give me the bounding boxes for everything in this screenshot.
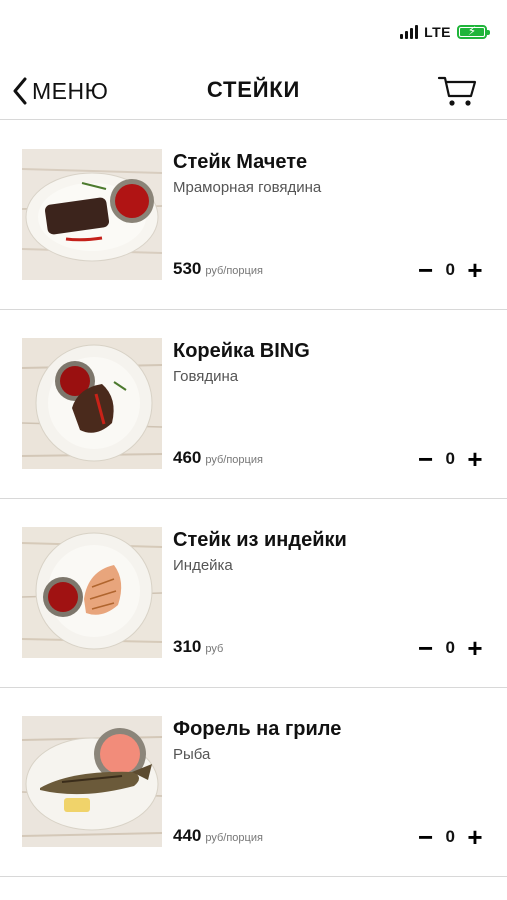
signal-icon xyxy=(400,25,419,39)
price-value: 310 xyxy=(173,637,202,656)
cart-icon xyxy=(437,76,477,106)
dish-photo xyxy=(22,527,162,658)
quantity-stepper: − 0 + xyxy=(416,446,485,472)
plus-button[interactable]: + xyxy=(465,257,485,283)
quantity-stepper: − 0 + xyxy=(416,824,485,850)
plus-button[interactable]: + xyxy=(465,446,485,472)
dish-title: Стейк Мачете xyxy=(173,151,308,173)
list-item[interactable]: Форель на гриле Рыба 440 руб/порция − 0 … xyxy=(0,688,507,877)
status-indicators: LTE ⚡ xyxy=(400,24,490,40)
dish-title: Стейк из индейки xyxy=(173,529,347,551)
status-bar: LTE ⚡ xyxy=(0,0,507,62)
price-unit: руб xyxy=(205,643,224,655)
dish-subtitle: Мраморная говядина xyxy=(173,179,322,196)
nav-bar: МЕНЮ СТЕЙКИ xyxy=(0,62,507,120)
quantity-value: 0 xyxy=(445,827,455,846)
dish-title: Форель на гриле xyxy=(173,718,342,740)
price-value: 530 xyxy=(173,259,202,278)
quantity-value: 0 xyxy=(445,449,455,468)
dish-photo xyxy=(22,716,162,847)
price-unit: руб/порция xyxy=(205,832,263,844)
list-item[interactable]: Корейка BING Говядина 460 руб/порция − 0… xyxy=(0,310,507,499)
quantity-value: 0 xyxy=(445,260,455,279)
cart-button[interactable] xyxy=(437,74,477,108)
price-unit: руб/порция xyxy=(205,454,263,466)
list-item[interactable]: Стейк Мачете Мраморная говядина 530 руб/… xyxy=(0,121,507,310)
dish-photo xyxy=(22,149,162,280)
price: 310 руб xyxy=(173,637,223,657)
price: 530 руб/порция xyxy=(173,259,263,279)
price-value: 440 xyxy=(173,826,202,845)
price: 440 руб/порция xyxy=(173,826,263,846)
menu-list: Стейк Мачете Мраморная говядина 530 руб/… xyxy=(0,121,507,877)
dish-subtitle: Говядина xyxy=(173,368,239,385)
price-unit: руб/порция xyxy=(205,265,263,277)
dish-subtitle: Индейка xyxy=(173,557,233,574)
plus-button[interactable]: + xyxy=(465,635,485,661)
minus-button[interactable]: − xyxy=(416,635,436,661)
battery-icon: ⚡ xyxy=(457,24,490,39)
dish-photo xyxy=(22,338,162,469)
list-item[interactable]: Стейк из индейки Индейка 310 руб − 0 + xyxy=(0,499,507,688)
price: 460 руб/порция xyxy=(173,448,263,468)
quantity-value: 0 xyxy=(445,638,455,657)
minus-button[interactable]: − xyxy=(416,446,436,472)
plus-button[interactable]: + xyxy=(465,824,485,850)
quantity-stepper: − 0 + xyxy=(416,257,485,283)
price-value: 460 xyxy=(173,448,202,467)
quantity-stepper: − 0 + xyxy=(416,635,485,661)
page-title: СТЕЙКИ xyxy=(206,77,301,102)
dish-subtitle: Рыба xyxy=(173,746,211,763)
network-type: LTE xyxy=(424,24,451,40)
minus-button[interactable]: − xyxy=(416,257,436,283)
dish-title: Корейка BING xyxy=(173,340,310,362)
minus-button[interactable]: − xyxy=(416,824,436,850)
